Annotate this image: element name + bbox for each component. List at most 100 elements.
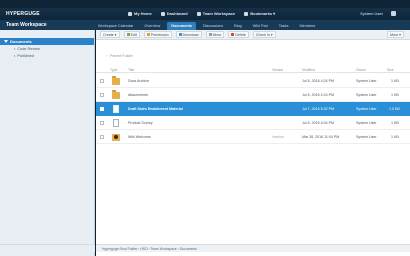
header-title[interactable]: Title [128, 68, 134, 72]
tab-workspace-calendar[interactable]: Workspace Calendar [94, 22, 137, 30]
nav-bookmarks[interactable]: Bookmarks ▾ [244, 11, 275, 16]
documents-toolbar: Create ▾ Edit Permission Download Move D… [96, 30, 410, 40]
user-icon[interactable] [391, 11, 396, 16]
tab-overview[interactable]: Overview [140, 22, 164, 30]
space-header: Team Workspace Workspace Calendar Overvi… [0, 20, 410, 30]
app-window: HYPERGUGE My Home Dashboard Team Workspa… [0, 0, 410, 256]
row-checkbox[interactable] [100, 107, 104, 111]
nav-label: Bookmarks ▾ [250, 11, 276, 16]
row-modified: Jul 7, 2016 5:32 PM [302, 107, 334, 111]
button-label: Download [182, 32, 199, 37]
button-label: Edit [130, 32, 137, 37]
create-button[interactable]: Create ▾ [100, 31, 120, 38]
row-title[interactable]: Draft Sales Enablement Material [128, 107, 183, 111]
folder-icon [112, 76, 120, 85]
user-name[interactable]: System User [360, 11, 383, 16]
row-version: Version [272, 135, 284, 139]
row-owner: System User [356, 107, 377, 111]
row-owner: System User [356, 79, 377, 83]
row-size: 1.0 KB [389, 107, 400, 111]
more-button[interactable]: More ▾ [387, 31, 404, 38]
delete-icon [231, 33, 235, 36]
nav-team-workspace[interactable]: Team Workspace [196, 11, 235, 16]
row-size: 1 KB [391, 79, 399, 83]
header-modified[interactable]: Modified [302, 68, 315, 72]
app-logo[interactable]: HYPERGUGE [6, 11, 40, 17]
documents-panel: Create ▾ Edit Permission Download Move D… [96, 30, 410, 256]
tab-tasks[interactable]: Tasks [275, 22, 293, 30]
home-icon [128, 11, 132, 16]
row-title[interactable]: Product Survey [128, 121, 153, 125]
dashboard-icon [160, 11, 165, 16]
bullet-icon: • [14, 53, 16, 58]
header-owner[interactable]: Owner [356, 68, 366, 72]
header-size[interactable]: Size [387, 68, 394, 72]
space-title: Team Workspace [6, 22, 47, 28]
tab-discussions[interactable]: Discussions [199, 22, 227, 30]
breadcrumb: Hyperguge Root Folder › HSO › Team Works… [96, 244, 410, 252]
up-arrow-icon: ↑ [106, 54, 108, 58]
row-title[interactable]: Wiki Welcome [128, 135, 151, 139]
row-modified: Mar 28, 2016 11:04 PM [302, 135, 340, 139]
row-owner: System User [356, 121, 377, 125]
row-owner: System User [356, 93, 377, 97]
nav-dashboard[interactable]: Dashboard [160, 11, 188, 16]
breadcrumb-path[interactable]: Hyperguge Root Folder › HSO › Team Works… [102, 247, 197, 251]
move-icon [208, 33, 212, 36]
sidebar-footer [0, 244, 95, 252]
download-icon [178, 33, 182, 36]
permission-button[interactable]: Permission [143, 31, 172, 38]
row-checkbox[interactable] [100, 79, 104, 83]
table-row[interactable]: Attachments Jul 5, 2016 4:24 PM System U… [96, 88, 410, 102]
header-type[interactable]: Type [110, 68, 117, 72]
header-version[interactable]: Version [272, 68, 283, 72]
row-title[interactable]: Docs Archive [128, 79, 149, 83]
tab-members[interactable]: Members [295, 22, 319, 30]
parent-folder-link[interactable]: ↑ Parent Folder [106, 54, 133, 58]
row-title[interactable]: Attachments [128, 93, 148, 97]
button-label: Create ▾ [103, 32, 117, 37]
tree-root-documents[interactable]: Documents [0, 38, 94, 45]
row-size: 1 KB [391, 93, 399, 97]
button-label: Permission [150, 32, 169, 37]
delete-button[interactable]: Delete [228, 31, 249, 38]
table-row[interactable]: Wiki Welcome Version Mar 28, 2016 11:04 … [96, 130, 410, 144]
wiki-icon [112, 133, 120, 141]
edit-icon [126, 33, 130, 36]
tree-root-label: Documents [10, 39, 32, 44]
row-size: 1 KB [391, 135, 399, 139]
row-modified: Jul 5, 2016 4:24 PM [302, 79, 334, 83]
row-modified: Jul 5, 2016 4:24 PM [302, 93, 334, 97]
button-label: Delete [235, 32, 246, 37]
move-button[interactable]: Move [205, 31, 225, 38]
row-checkbox[interactable] [100, 135, 104, 139]
button-label: More ▾ [390, 32, 401, 37]
row-checkbox[interactable] [100, 121, 104, 125]
global-nav: My Home Dashboard Team Workspace Bookmar… [128, 11, 275, 16]
user-menu[interactable]: System User [360, 11, 396, 16]
table-row-selected[interactable]: Draft Sales Enablement Material Jul 7, 2… [96, 102, 410, 116]
tree-item-code-review[interactable]: • Code Review [0, 45, 94, 52]
top-navigation-bar: HYPERGUGE My Home Dashboard Team Workspa… [0, 8, 410, 20]
tree-item-published[interactable]: • Published [0, 52, 94, 59]
row-checkbox[interactable] [100, 93, 104, 97]
edit-button[interactable]: Edit [123, 31, 140, 38]
tab-blog[interactable]: Blog [230, 22, 246, 30]
document-icon [113, 119, 119, 127]
tree-item-label: Code Review [17, 46, 40, 51]
tab-documents[interactable]: Documents [167, 22, 196, 30]
bookmark-icon [244, 11, 249, 16]
parent-folder-label: Parent Folder [109, 54, 133, 58]
row-size: 1 KB [391, 121, 399, 125]
document-icon [113, 105, 119, 113]
tab-wiki-pad[interactable]: Wiki Pad [249, 22, 272, 30]
bullet-icon: • [14, 46, 16, 51]
table-row[interactable]: Docs Archive Jul 5, 2016 4:24 PM System … [96, 74, 410, 88]
nav-my-home[interactable]: My Home [128, 11, 152, 16]
permission-icon [146, 33, 150, 36]
check-in-button[interactable]: Check In ▾ [252, 31, 276, 38]
expand-arrow-icon[interactable] [4, 40, 8, 43]
table-row[interactable]: Product Survey Jul 5, 2016 4:04 PM Syste… [96, 116, 410, 130]
tree-item-label: Published [17, 53, 35, 58]
download-button[interactable]: Download [175, 31, 202, 38]
